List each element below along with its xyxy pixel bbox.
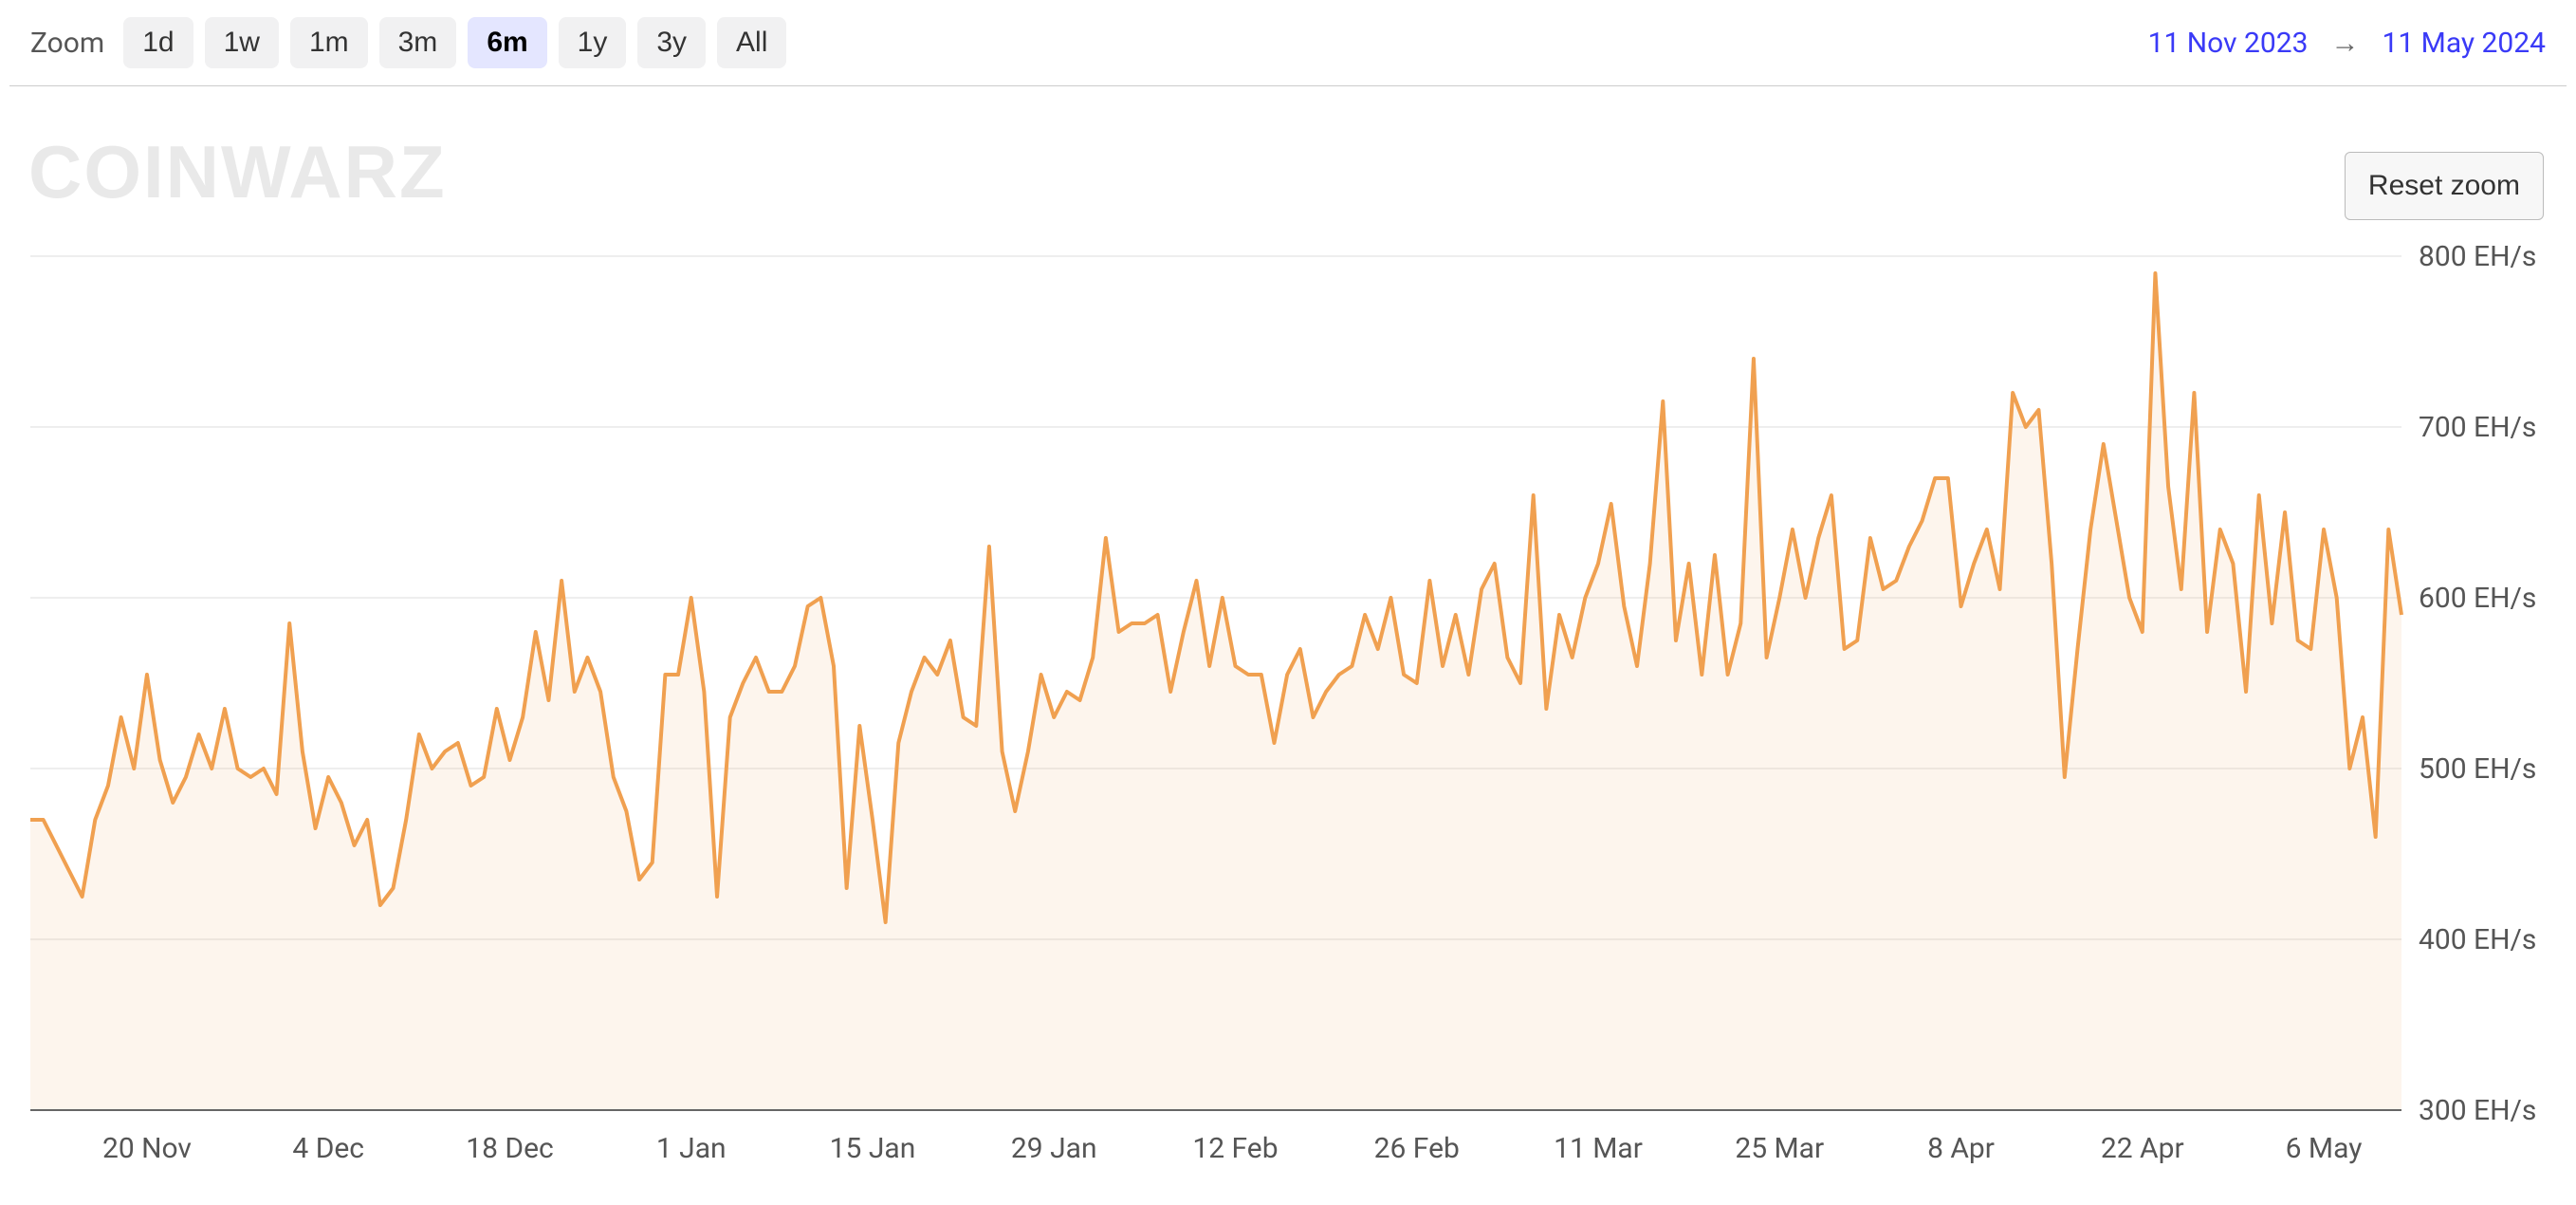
x-tick-label: 4 Dec: [292, 1132, 364, 1165]
chart-svg[interactable]: 300 EH/s 400 EH/s 500 EH/s 600 EH/s 700 EH/s…: [30, 123, 2546, 1196]
y-tick-label: 300 EH/s: [2419, 1094, 2536, 1127]
x-tick-label: 29 Jan: [1011, 1132, 1097, 1165]
toolbar-divider: [9, 85, 2567, 86]
x-tick-label: 18 Dec: [466, 1132, 553, 1165]
series-area: [30, 273, 2401, 1110]
zoom-button-3m[interactable]: 3m: [379, 17, 457, 68]
zoom-button-group: 1d1w1m3m6m 1y3yAll: [123, 17, 786, 68]
zoom-button-1m[interactable]: 1m: [290, 17, 368, 68]
y-tick-label: 400 EH/s: [2419, 923, 2536, 956]
x-tick-label: 6 May: [2286, 1132, 2363, 1165]
x-tick-label: 12 Feb: [1192, 1132, 1278, 1165]
y-tick-label: 800 EH/s: [2419, 240, 2536, 273]
zoom-button-1w[interactable]: 1w: [205, 17, 279, 68]
zoom-button-3y[interactable]: 3y: [637, 17, 706, 68]
zoom-button-6m[interactable]: 6m: [468, 17, 546, 68]
x-tick-label: 11 Mar: [1554, 1132, 1643, 1165]
x-tick-label: 1 Jan: [656, 1132, 727, 1165]
date-to[interactable]: 11 May 2024: [2382, 27, 2546, 60]
arrow-right-icon: →: [2330, 27, 2359, 60]
y-tick-label: 700 EH/s: [2419, 411, 2536, 444]
plot-area[interactable]: 300 EH/s 400 EH/s 500 EH/s 600 EH/s 700 EH/s…: [30, 123, 2546, 1196]
date-range: 11 Nov 2023 → 11 May 2024: [2148, 27, 2546, 60]
zoom-button-1d[interactable]: 1d: [123, 17, 193, 68]
chart-toolbar: Zoom 1d1w1m3m6m 1y3yAll 11 Nov 2023 → 11 …: [0, 0, 2576, 85]
chart-container: Zoom 1d1w1m3m6m 1y3yAll 11 Nov 2023 → 11 …: [0, 0, 2576, 1205]
date-from[interactable]: 11 Nov 2023: [2148, 27, 2309, 60]
zoom-button-1y[interactable]: 1y: [559, 17, 627, 68]
x-tick-label: 26 Feb: [1374, 1132, 1460, 1165]
x-tick-label: 22 Apr: [2101, 1132, 2184, 1165]
x-tick-label: 25 Mar: [1735, 1132, 1824, 1165]
x-tick-label: 20 Nov: [102, 1132, 192, 1165]
zoom-button-all[interactable]: All: [717, 17, 786, 68]
zoom-label: Zoom: [30, 27, 104, 60]
y-tick-label: 500 EH/s: [2419, 752, 2536, 786]
x-tick-label: 8 Apr: [1927, 1132, 1995, 1165]
x-tick-label: 15 Jan: [830, 1132, 916, 1165]
y-tick-label: 600 EH/s: [2419, 582, 2536, 615]
